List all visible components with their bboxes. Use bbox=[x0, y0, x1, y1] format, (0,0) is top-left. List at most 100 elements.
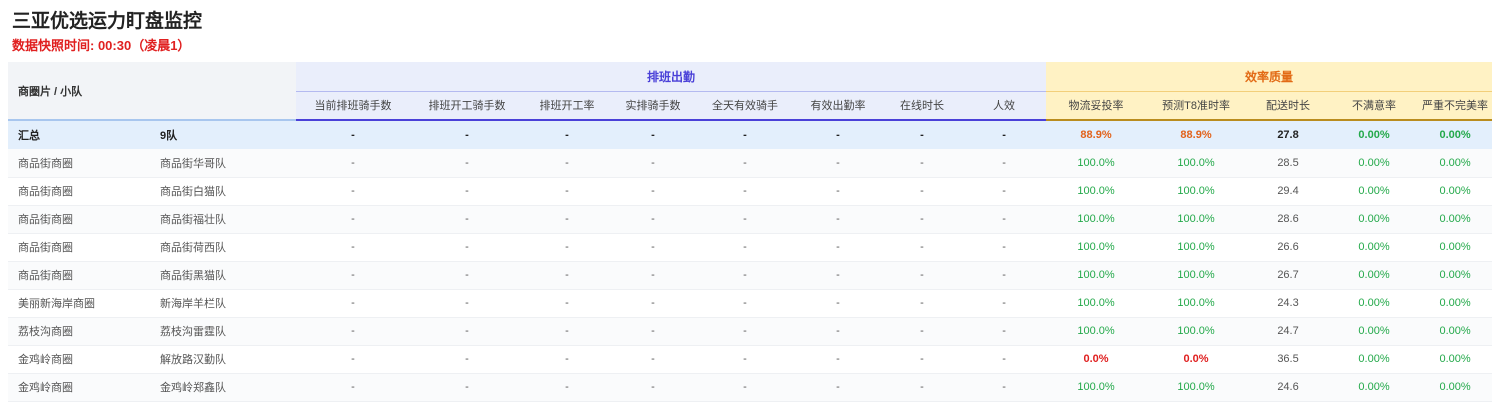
sched-cell: - bbox=[410, 345, 525, 374]
table-row[interactable]: 商品街商圈 商品街荷西队 - - - - - - - -100.0% 100.0% 26.6 0.00%… bbox=[8, 233, 1493, 262]
eff-cell: 0.00% bbox=[1418, 233, 1493, 262]
sched-cell: - bbox=[410, 373, 525, 402]
col-header[interactable]: 排班开工率 bbox=[524, 90, 611, 121]
page-header: 三亚优选运力盯盘监控 数据快照时间: 00:30（凌晨1） bbox=[0, 0, 1500, 62]
summary-area: 汇总 bbox=[8, 119, 160, 149]
sched-cell: - bbox=[296, 317, 411, 346]
col-header[interactable]: 人效 bbox=[962, 90, 1047, 121]
col-header[interactable]: 严重不完美率 bbox=[1418, 90, 1493, 121]
col-header[interactable]: 不满意率 bbox=[1330, 90, 1419, 121]
area-cell: 商品街商圈 bbox=[8, 177, 160, 206]
sched-cell: - bbox=[696, 205, 795, 234]
team-cell: 金鸡岭郑鑫队 bbox=[160, 373, 297, 402]
eff-cell: 100.0% bbox=[1146, 373, 1247, 402]
col-header[interactable]: 物流妥投率 bbox=[1046, 90, 1147, 121]
sched-cell: - bbox=[610, 345, 697, 374]
eff-cell: 100.0% bbox=[1046, 233, 1147, 262]
table-row[interactable]: 商品街商圈 商品街白猫队 - - - - - - - -100.0% 100.0% 29.4 0.00%… bbox=[8, 177, 1493, 206]
eff-cell: 0.00% bbox=[1418, 289, 1493, 318]
sched-cell: - bbox=[696, 233, 795, 262]
col-header[interactable]: 在线时长 bbox=[882, 90, 963, 121]
sched-cell: - bbox=[962, 261, 1047, 290]
table-row[interactable]: 金鸡岭商圈 金鸡岭郑鑫队 - - - - - - - -100.0% 100.0% 24.6 0.00%… bbox=[8, 373, 1493, 402]
summary-row: 汇总 9队 - - - - - - - - 88.9% 88.9% 27.8 0… bbox=[8, 119, 1493, 149]
sched-cell: - bbox=[410, 289, 525, 318]
eff-cell: 100.0% bbox=[1046, 317, 1147, 346]
sched-cell: - bbox=[882, 177, 963, 206]
sched-cell: - bbox=[296, 345, 411, 374]
eff-cell: 0.00% bbox=[1418, 177, 1493, 206]
sched-cell: - bbox=[610, 373, 697, 402]
eff-cell: 100.0% bbox=[1146, 205, 1247, 234]
sched-cell: - bbox=[296, 233, 411, 262]
table-row[interactable]: 商品街商圈 商品街华哥队 - - - - - - - -100.0% 100.0% 28.5 0.00%… bbox=[8, 149, 1493, 178]
col-header[interactable]: 配送时长 bbox=[1246, 90, 1331, 121]
col-header[interactable]: 当前排班骑手数 bbox=[296, 90, 411, 121]
eff-cell: 28.5 bbox=[1246, 149, 1331, 178]
team-cell: 解放路汉勤队 bbox=[160, 345, 297, 374]
sched-cell: - bbox=[794, 261, 883, 290]
summary-cell: - bbox=[296, 119, 411, 149]
sched-cell: - bbox=[882, 261, 963, 290]
eff-cell: 100.0% bbox=[1046, 205, 1147, 234]
sched-cell: - bbox=[962, 233, 1047, 262]
sched-cell: - bbox=[794, 289, 883, 318]
eff-cell: 100.0% bbox=[1146, 149, 1247, 178]
sched-cell: - bbox=[794, 149, 883, 178]
table-row[interactable]: 美丽新海岸商圈 新海岸羊栏队 - - - - - - - -100.0% 100.0% 24.3 0.0… bbox=[8, 289, 1493, 318]
eff-cell: 0.00% bbox=[1330, 289, 1419, 318]
sched-cell: - bbox=[610, 317, 697, 346]
sched-cell: - bbox=[794, 177, 883, 206]
eff-cell: 0.0% bbox=[1146, 345, 1247, 374]
summary-cell: 27.8 bbox=[1246, 119, 1331, 149]
eff-cell: 0.00% bbox=[1330, 177, 1419, 206]
eff-cell: 0.00% bbox=[1330, 205, 1419, 234]
eff-cell: 24.3 bbox=[1246, 289, 1331, 318]
area-cell: 商品街商圈 bbox=[8, 233, 160, 262]
area-cell: 商品街商圈 bbox=[8, 261, 160, 290]
team-cell: 商品街白猫队 bbox=[160, 177, 297, 206]
area-cell: 商品街商圈 bbox=[8, 149, 160, 178]
table-row[interactable]: 金鸡岭商圈 解放路汉勤队 - - - - - - - -0.0% 0.0% 36.5 0.00% 0.00… bbox=[8, 345, 1493, 374]
sched-cell: - bbox=[524, 177, 611, 206]
col-header[interactable]: 有效出勤率 bbox=[794, 90, 883, 121]
sched-cell: - bbox=[410, 317, 525, 346]
col-header[interactable]: 排班开工骑手数 bbox=[410, 90, 525, 121]
eff-cell: 0.0% bbox=[1046, 345, 1147, 374]
area-cell: 金鸡岭商圈 bbox=[8, 373, 160, 402]
sched-cell: - bbox=[882, 205, 963, 234]
sched-cell: - bbox=[696, 177, 795, 206]
col-header[interactable]: 预测T8准时率 bbox=[1146, 90, 1247, 121]
eff-cell: 28.6 bbox=[1246, 205, 1331, 234]
team-cell: 商品街黑猫队 bbox=[160, 261, 297, 290]
page-title: 三亚优选运力盯盘监控 bbox=[12, 11, 203, 32]
eff-cell: 100.0% bbox=[1146, 317, 1247, 346]
area-team-header[interactable]: 商圈片 / 小队 bbox=[8, 62, 297, 120]
sched-cell: - bbox=[524, 261, 611, 290]
sched-cell: - bbox=[296, 205, 411, 234]
eff-cell: 100.0% bbox=[1046, 289, 1147, 318]
eff-cell: 0.00% bbox=[1418, 261, 1493, 290]
sched-cell: - bbox=[696, 261, 795, 290]
eff-cell: 100.0% bbox=[1146, 177, 1247, 206]
eff-cell: 0.00% bbox=[1330, 345, 1419, 374]
group-header-scheduling: 排班出勤 bbox=[296, 62, 1047, 91]
eff-cell: 24.7 bbox=[1246, 317, 1331, 346]
table-row[interactable]: 商品街商圈 商品街福壮队 - - - - - - - -100.0% 100.0% 28.6 0.00%… bbox=[8, 205, 1493, 234]
col-header[interactable]: 全天有效骑手 bbox=[696, 90, 795, 121]
eff-cell: 100.0% bbox=[1146, 233, 1247, 262]
table-row[interactable]: 商品街商圈 商品街黑猫队 - - - - - - - -100.0% 100.0% 26.7 0.00%… bbox=[8, 261, 1493, 290]
sched-cell: - bbox=[524, 289, 611, 318]
sched-cell: - bbox=[882, 233, 963, 262]
eff-cell: 100.0% bbox=[1046, 373, 1147, 402]
table-row[interactable]: 荔枝沟商圈 荔枝沟雷霆队 - - - - - - - -100.0% 100.0% 24.7 0.00%… bbox=[8, 317, 1493, 346]
sched-cell: - bbox=[962, 289, 1047, 318]
sched-cell: - bbox=[410, 261, 525, 290]
summary-cell: - bbox=[696, 119, 795, 149]
sched-cell: - bbox=[794, 233, 883, 262]
eff-cell: 100.0% bbox=[1146, 261, 1247, 290]
col-header[interactable]: 实排骑手数 bbox=[610, 90, 697, 121]
team-cell: 商品街荷西队 bbox=[160, 233, 297, 262]
sched-cell: - bbox=[882, 317, 963, 346]
team-cell: 商品街华哥队 bbox=[160, 149, 297, 178]
